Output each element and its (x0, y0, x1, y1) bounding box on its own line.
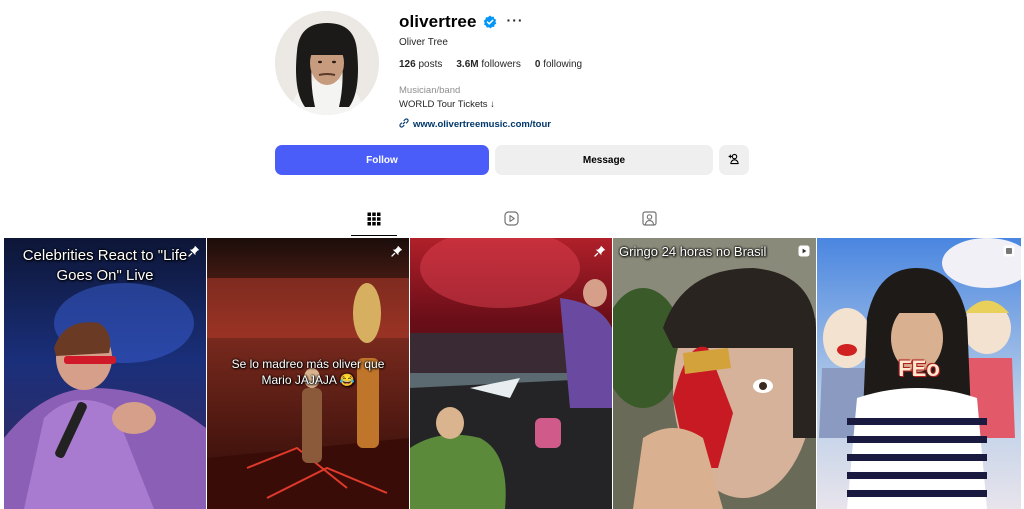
posts-stat: 126 posts (399, 59, 442, 73)
post-caption: Gringo 24 horas no Brasil (619, 244, 767, 259)
posts-grid: Celebrities React to "Life Goes On" Live… (4, 238, 1021, 509)
post-tile[interactable]: Gringo 24 horas no Brasil (613, 238, 816, 509)
link-icon (399, 117, 409, 131)
pin-icon (188, 244, 200, 257)
post-caption: Celebrities React to "Life Goes On" Live (22, 247, 188, 284)
suggested-accounts-button[interactable] (719, 145, 749, 175)
post-tile[interactable] (410, 238, 612, 509)
grid-icon (367, 212, 381, 231)
post-caption: Se lo madreo más oliver que Mario JAJAJA… (231, 357, 385, 387)
verified-badge-icon (483, 15, 497, 29)
profile-stats: 126 posts 3.6M followers 0 following (399, 59, 759, 73)
followers-label: followers (481, 59, 521, 70)
pin-icon (391, 244, 403, 257)
post-caption: FEo (898, 356, 940, 381)
message-button[interactable]: Message (495, 145, 713, 175)
reels-icon (503, 211, 519, 231)
tab-posts[interactable] (364, 211, 384, 231)
full-name: Oliver Tree (399, 37, 448, 48)
followers-stat[interactable]: 3.6M followers (456, 59, 520, 73)
post-tile[interactable]: Celebrities React to "Life Goes On" Live (4, 238, 206, 509)
profile-link[interactable]: www.olivertreemusic.com/tour (399, 117, 759, 131)
following-stat[interactable]: 0 following (535, 59, 582, 73)
posts-label: posts (418, 59, 443, 70)
tagged-icon (641, 211, 657, 231)
active-tab-indicator (351, 235, 397, 236)
profile-avatar[interactable] (275, 11, 379, 115)
reel-icon (798, 244, 810, 257)
post-thumbnail (613, 238, 816, 509)
add-person-icon (728, 153, 740, 168)
post-tile[interactable]: FEo (817, 238, 1021, 509)
following-label: following (543, 59, 583, 70)
profile-info: olivertree ··· Oliver Tree 126 posts 3.6… (399, 10, 759, 131)
pin-icon (594, 244, 606, 257)
followers-count: 3.6M (456, 59, 479, 70)
following-count: 0 (534, 59, 541, 70)
ellipsis-icon[interactable]: ··· (507, 13, 524, 30)
tab-tagged[interactable] (639, 211, 659, 231)
avatar-image (275, 11, 379, 115)
posts-count: 126 (399, 59, 416, 70)
profile-category: Musician/band (399, 85, 461, 96)
tab-reels[interactable] (501, 211, 521, 231)
clip-icon (1003, 244, 1015, 257)
post-thumbnail (410, 238, 612, 509)
username: olivertree (399, 12, 477, 31)
follow-button[interactable]: Follow (275, 145, 489, 175)
username-row: olivertree ··· (399, 10, 759, 34)
profile-bio: WORLD Tour Tickets ↓ (399, 99, 495, 110)
profile-link-text[interactable]: www.olivertreemusic.com/tour (413, 119, 551, 130)
post-tile[interactable]: Se lo madreo más oliver que Mario JAJAJA… (207, 238, 409, 509)
